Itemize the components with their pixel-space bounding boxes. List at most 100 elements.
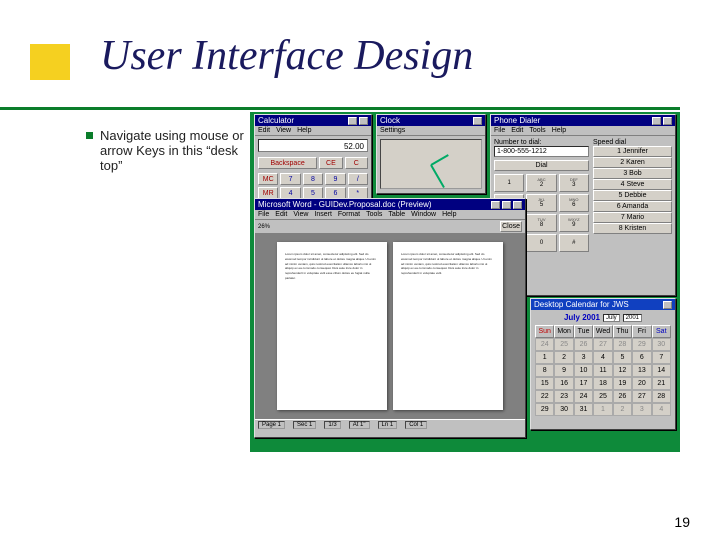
close-button[interactable]: [663, 301, 672, 309]
close-button[interactable]: [473, 117, 482, 125]
calendar-day[interactable]: 24: [535, 338, 554, 351]
menu-file[interactable]: File: [258, 211, 269, 218]
calendar-day[interactable]: 27: [632, 390, 651, 403]
number-input[interactable]: 1-800-555-1212: [494, 146, 589, 157]
calendar-day[interactable]: 26: [613, 390, 632, 403]
menu-insert[interactable]: Insert: [314, 211, 332, 218]
menu-window[interactable]: Window: [411, 211, 436, 218]
menu-tools[interactable]: Tools: [529, 127, 545, 134]
calendar-day[interactable]: 28: [652, 390, 671, 403]
calendar-day[interactable]: 5: [613, 351, 632, 364]
menu-help[interactable]: Help: [552, 127, 566, 134]
word-window[interactable]: Microsoft Word - GUIDev.Proposal.doc (Pr…: [254, 198, 526, 438]
calendar-day[interactable]: 12: [613, 364, 632, 377]
zoom-value[interactable]: 26%: [258, 224, 270, 230]
menu-edit[interactable]: Edit: [511, 127, 523, 134]
calendar-day[interactable]: 24: [574, 390, 593, 403]
keypad-9[interactable]: WXYZ9: [559, 214, 589, 232]
calendar-day[interactable]: 22: [535, 390, 554, 403]
menu-edit[interactable]: Edit: [258, 127, 270, 134]
calendar-day[interactable]: 20: [632, 377, 651, 390]
menu-settings[interactable]: Settings: [380, 127, 405, 134]
dial-button[interactable]: Dial: [494, 160, 589, 171]
calendar-day[interactable]: 10: [574, 364, 593, 377]
calc-key[interactable]: 8: [303, 173, 323, 185]
calendar-day[interactable]: 18: [593, 377, 612, 390]
menu-help[interactable]: Help: [297, 127, 311, 134]
calendar-day[interactable]: 23: [554, 390, 573, 403]
minimize-button[interactable]: [652, 117, 661, 125]
calendar-day[interactable]: 4: [593, 351, 612, 364]
calendar-day[interactable]: 21: [652, 377, 671, 390]
calendar-day[interactable]: 25: [554, 338, 573, 351]
keypad-0[interactable]: 0: [526, 234, 556, 252]
menu-view[interactable]: View: [293, 211, 308, 218]
calendar-window[interactable]: Desktop Calendar for JWS July 2001 July …: [530, 298, 676, 430]
menu-table[interactable]: Table: [388, 211, 405, 218]
calendar-day[interactable]: 2: [554, 351, 573, 364]
close-button[interactable]: [513, 201, 522, 209]
calendar-day[interactable]: 25: [593, 390, 612, 403]
calendar-day[interactable]: 30: [652, 338, 671, 351]
maximize-button[interactable]: [502, 201, 511, 209]
calendar-day[interactable]: 1: [535, 351, 554, 364]
month-select[interactable]: July: [603, 314, 620, 322]
calendar-day[interactable]: 29: [632, 338, 651, 351]
calc-backspace-button[interactable]: Backspace: [258, 157, 317, 169]
calendar-day[interactable]: 3: [574, 351, 593, 364]
menu-tools[interactable]: Tools: [366, 211, 382, 218]
calendar-day[interactable]: 4: [652, 403, 671, 416]
calendar-day[interactable]: 1: [593, 403, 612, 416]
calendar-day[interactable]: 14: [652, 364, 671, 377]
keypad-3[interactable]: DEF3: [559, 174, 589, 192]
menu-help[interactable]: Help: [442, 211, 456, 218]
calendar-day[interactable]: 26: [574, 338, 593, 351]
calendar-day[interactable]: 19: [613, 377, 632, 390]
calendar-day[interactable]: 16: [554, 377, 573, 390]
calendar-day[interactable]: 8: [535, 364, 554, 377]
close-preview-button[interactable]: Close: [500, 221, 522, 232]
calc-key[interactable]: 9: [325, 173, 345, 185]
calendar-day[interactable]: 28: [613, 338, 632, 351]
keypad-5[interactable]: JKL5: [526, 194, 556, 212]
speed-dial-3[interactable]: 3 Bob: [593, 168, 672, 179]
calc-c-button[interactable]: C: [345, 157, 368, 169]
calendar-day[interactable]: 29: [535, 403, 554, 416]
cal-titlebar[interactable]: Desktop Calendar for JWS: [531, 299, 675, 310]
speed-dial-1[interactable]: 1 Jennifer: [593, 146, 672, 157]
menu-view[interactable]: View: [276, 127, 291, 134]
keypad-2[interactable]: ABC2: [526, 174, 556, 192]
calendar-day[interactable]: 15: [535, 377, 554, 390]
speed-dial-2[interactable]: 2 Karen: [593, 157, 672, 168]
calendar-day[interactable]: 9: [554, 364, 573, 377]
calc-ce-button[interactable]: CE: [319, 157, 342, 169]
speed-dial-6[interactable]: 6 Amanda: [593, 201, 672, 212]
calendar-day[interactable]: 31: [574, 403, 593, 416]
clock-titlebar[interactable]: Clock: [377, 115, 485, 126]
keypad-#[interactable]: #: [559, 234, 589, 252]
menu-format[interactable]: Format: [338, 211, 360, 218]
menu-file[interactable]: File: [494, 127, 505, 134]
minimize-button[interactable]: [348, 117, 357, 125]
calendar-day[interactable]: 6: [632, 351, 651, 364]
calendar-day[interactable]: 2: [613, 403, 632, 416]
calendar-day[interactable]: 17: [574, 377, 593, 390]
calc-key[interactable]: MC: [258, 173, 278, 185]
calc-key[interactable]: /: [348, 173, 368, 185]
calendar-day[interactable]: 11: [593, 364, 612, 377]
calendar-day[interactable]: 27: [593, 338, 612, 351]
close-button[interactable]: [359, 117, 368, 125]
keypad-1[interactable]: 1: [494, 174, 524, 192]
speed-dial-4[interactable]: 4 Steve: [593, 179, 672, 190]
word-titlebar[interactable]: Microsoft Word - GUIDev.Proposal.doc (Pr…: [255, 199, 525, 210]
year-select[interactable]: 2001: [623, 314, 642, 322]
phone-titlebar[interactable]: Phone Dialer: [491, 115, 675, 126]
speed-dial-8[interactable]: 8 Kristen: [593, 223, 672, 234]
calculator-window[interactable]: Calculator Edit View Help 52.00 Backspac…: [254, 114, 372, 209]
speed-dial-7[interactable]: 7 Mario: [593, 212, 672, 223]
keypad-8[interactable]: TUV8: [526, 214, 556, 232]
word-pages[interactable]: Lorem ipsum dolor sit amet, consectetur …: [255, 234, 525, 419]
calendar-day[interactable]: 30: [554, 403, 573, 416]
calendar-day[interactable]: 13: [632, 364, 651, 377]
calc-titlebar[interactable]: Calculator: [255, 115, 371, 126]
